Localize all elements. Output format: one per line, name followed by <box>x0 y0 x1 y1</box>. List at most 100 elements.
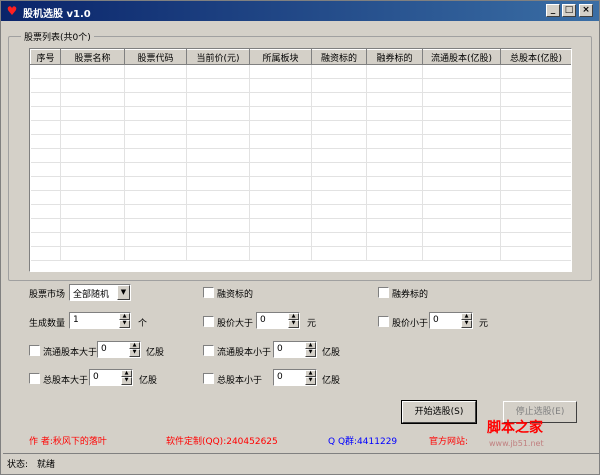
price-lt-checkbox[interactable] <box>378 316 389 327</box>
spin-up-icon[interactable]: ▲ <box>305 370 316 377</box>
total-gt-stepper[interactable]: 0 ▲ ▼ <box>89 369 133 386</box>
table-cell <box>249 78 312 93</box>
spin-up-icon[interactable]: ▲ <box>288 313 299 320</box>
float-gt-unit: 亿股 <box>146 348 165 358</box>
status-bar: 状态: 就绪 <box>3 453 599 471</box>
table-cell <box>124 134 187 149</box>
website-link[interactable]: 官方网站: <box>429 434 468 447</box>
table-row <box>30 134 571 149</box>
spin-up-icon[interactable]: ▲ <box>461 313 472 320</box>
spin-down-icon[interactable]: ▼ <box>461 320 472 328</box>
market-select[interactable]: 全部随机 ▼ <box>69 284 131 301</box>
table-cell <box>124 246 187 261</box>
total-lt-unit: 亿股 <box>322 376 341 386</box>
maximize-button[interactable]: □ <box>562 4 576 17</box>
table-cell <box>366 78 423 93</box>
start-button[interactable]: 开始选股(S) <box>401 400 477 424</box>
column-header[interactable]: 当前价(元) <box>186 49 250 65</box>
column-header[interactable]: 序号 <box>30 49 61 65</box>
count-stepper[interactable]: 1 ▲ ▼ <box>69 312 131 329</box>
spin-up-icon[interactable]: ▲ <box>121 370 132 377</box>
column-header[interactable]: 股票代码 <box>124 49 187 65</box>
table-cell <box>366 106 423 121</box>
table-cell <box>30 232 61 247</box>
total-gt-checkbox[interactable] <box>29 373 40 384</box>
status-value: 就绪 <box>37 460 56 470</box>
column-header[interactable]: 融券标的 <box>366 49 423 65</box>
float-gt-stepper[interactable]: 0 ▲ ▼ <box>97 341 141 358</box>
spin-down-icon[interactable]: ▼ <box>305 349 316 357</box>
price-gt-stepper[interactable]: 0 ▲ ▼ <box>256 312 300 329</box>
spin-up-icon[interactable]: ▲ <box>129 342 140 349</box>
financing-checkbox[interactable] <box>203 287 214 298</box>
table-cell <box>422 246 501 261</box>
author-text: 作 者:秋风下的落叶 <box>29 437 107 447</box>
spin-up-icon[interactable]: ▲ <box>119 313 130 320</box>
table-cell <box>500 232 571 247</box>
table-cell <box>422 190 501 205</box>
table-cell <box>422 120 501 135</box>
spin-down-icon[interactable]: ▼ <box>288 320 299 328</box>
table-cell <box>30 162 61 177</box>
stock-list-table[interactable]: 序号 股票名称 股票代码 当前价(元) 所属板块 融资标的 融券标的 流通股本(… <box>29 48 572 272</box>
table-cell <box>186 120 250 135</box>
chevron-down-icon[interactable]: ▼ <box>117 285 130 300</box>
table-cell <box>311 176 367 191</box>
spin-down-icon[interactable]: ▼ <box>119 320 130 328</box>
table-cell <box>311 120 367 135</box>
table-cell <box>366 120 423 135</box>
table-cell <box>311 106 367 121</box>
table-cell <box>124 120 187 135</box>
float-lt-stepper[interactable]: 0 ▲ ▼ <box>273 341 317 358</box>
price-gt-checkbox[interactable] <box>203 316 214 327</box>
table-cell <box>500 64 571 79</box>
column-header[interactable]: 融资标的 <box>311 49 367 65</box>
float-gt-checkbox[interactable] <box>29 345 40 356</box>
table-cell <box>249 64 312 79</box>
close-button[interactable]: × <box>579 4 593 17</box>
table-cell <box>60 162 125 177</box>
spin-down-icon[interactable]: ▼ <box>305 377 316 385</box>
table-cell <box>249 134 312 149</box>
table-cell <box>124 64 187 79</box>
spin-down-icon[interactable]: ▼ <box>129 349 140 357</box>
table-cell <box>366 246 423 261</box>
table-cell <box>311 232 367 247</box>
table-cell <box>366 148 423 163</box>
table-cell <box>249 106 312 121</box>
float-lt-checkbox[interactable] <box>203 345 214 356</box>
table-cell <box>124 218 187 233</box>
table-cell <box>366 176 423 191</box>
table-cell <box>60 106 125 121</box>
table-cell <box>249 120 312 135</box>
table-cell <box>30 176 61 191</box>
column-header[interactable]: 股票名称 <box>60 49 125 65</box>
table-cell <box>186 106 250 121</box>
title-bar[interactable]: ♥ 股机选股 v1.0 _ □ × <box>1 1 599 21</box>
short-checkbox[interactable] <box>378 287 389 298</box>
table-cell <box>249 176 312 191</box>
column-header[interactable]: 所属板块 <box>249 49 312 65</box>
spin-up-icon[interactable]: ▲ <box>305 342 316 349</box>
minimize-button[interactable]: _ <box>546 4 560 17</box>
market-select-value: 全部随机 <box>73 290 110 300</box>
table-row <box>30 92 571 107</box>
total-lt-stepper[interactable]: 0 ▲ ▼ <box>273 369 317 386</box>
total-lt-checkbox[interactable] <box>203 373 214 384</box>
table-cell <box>60 204 125 219</box>
count-value: 1 <box>73 315 79 325</box>
total-gt-unit: 亿股 <box>139 376 158 386</box>
price-lt-stepper[interactable]: 0 ▲ ▼ <box>429 312 473 329</box>
table-cell <box>30 190 61 205</box>
table-cell <box>249 148 312 163</box>
column-header[interactable]: 流通股本(亿股) <box>422 49 501 65</box>
column-header[interactable]: 总股本(亿股) <box>500 49 571 65</box>
table-cell <box>249 218 312 233</box>
float-gt-label: 流通股本大于 <box>43 348 98 358</box>
table-cell <box>124 190 187 205</box>
table-cell <box>500 148 571 163</box>
table-cell <box>186 134 250 149</box>
spin-down-icon[interactable]: ▼ <box>121 377 132 385</box>
table-cell <box>249 92 312 107</box>
table-cell <box>311 190 367 205</box>
